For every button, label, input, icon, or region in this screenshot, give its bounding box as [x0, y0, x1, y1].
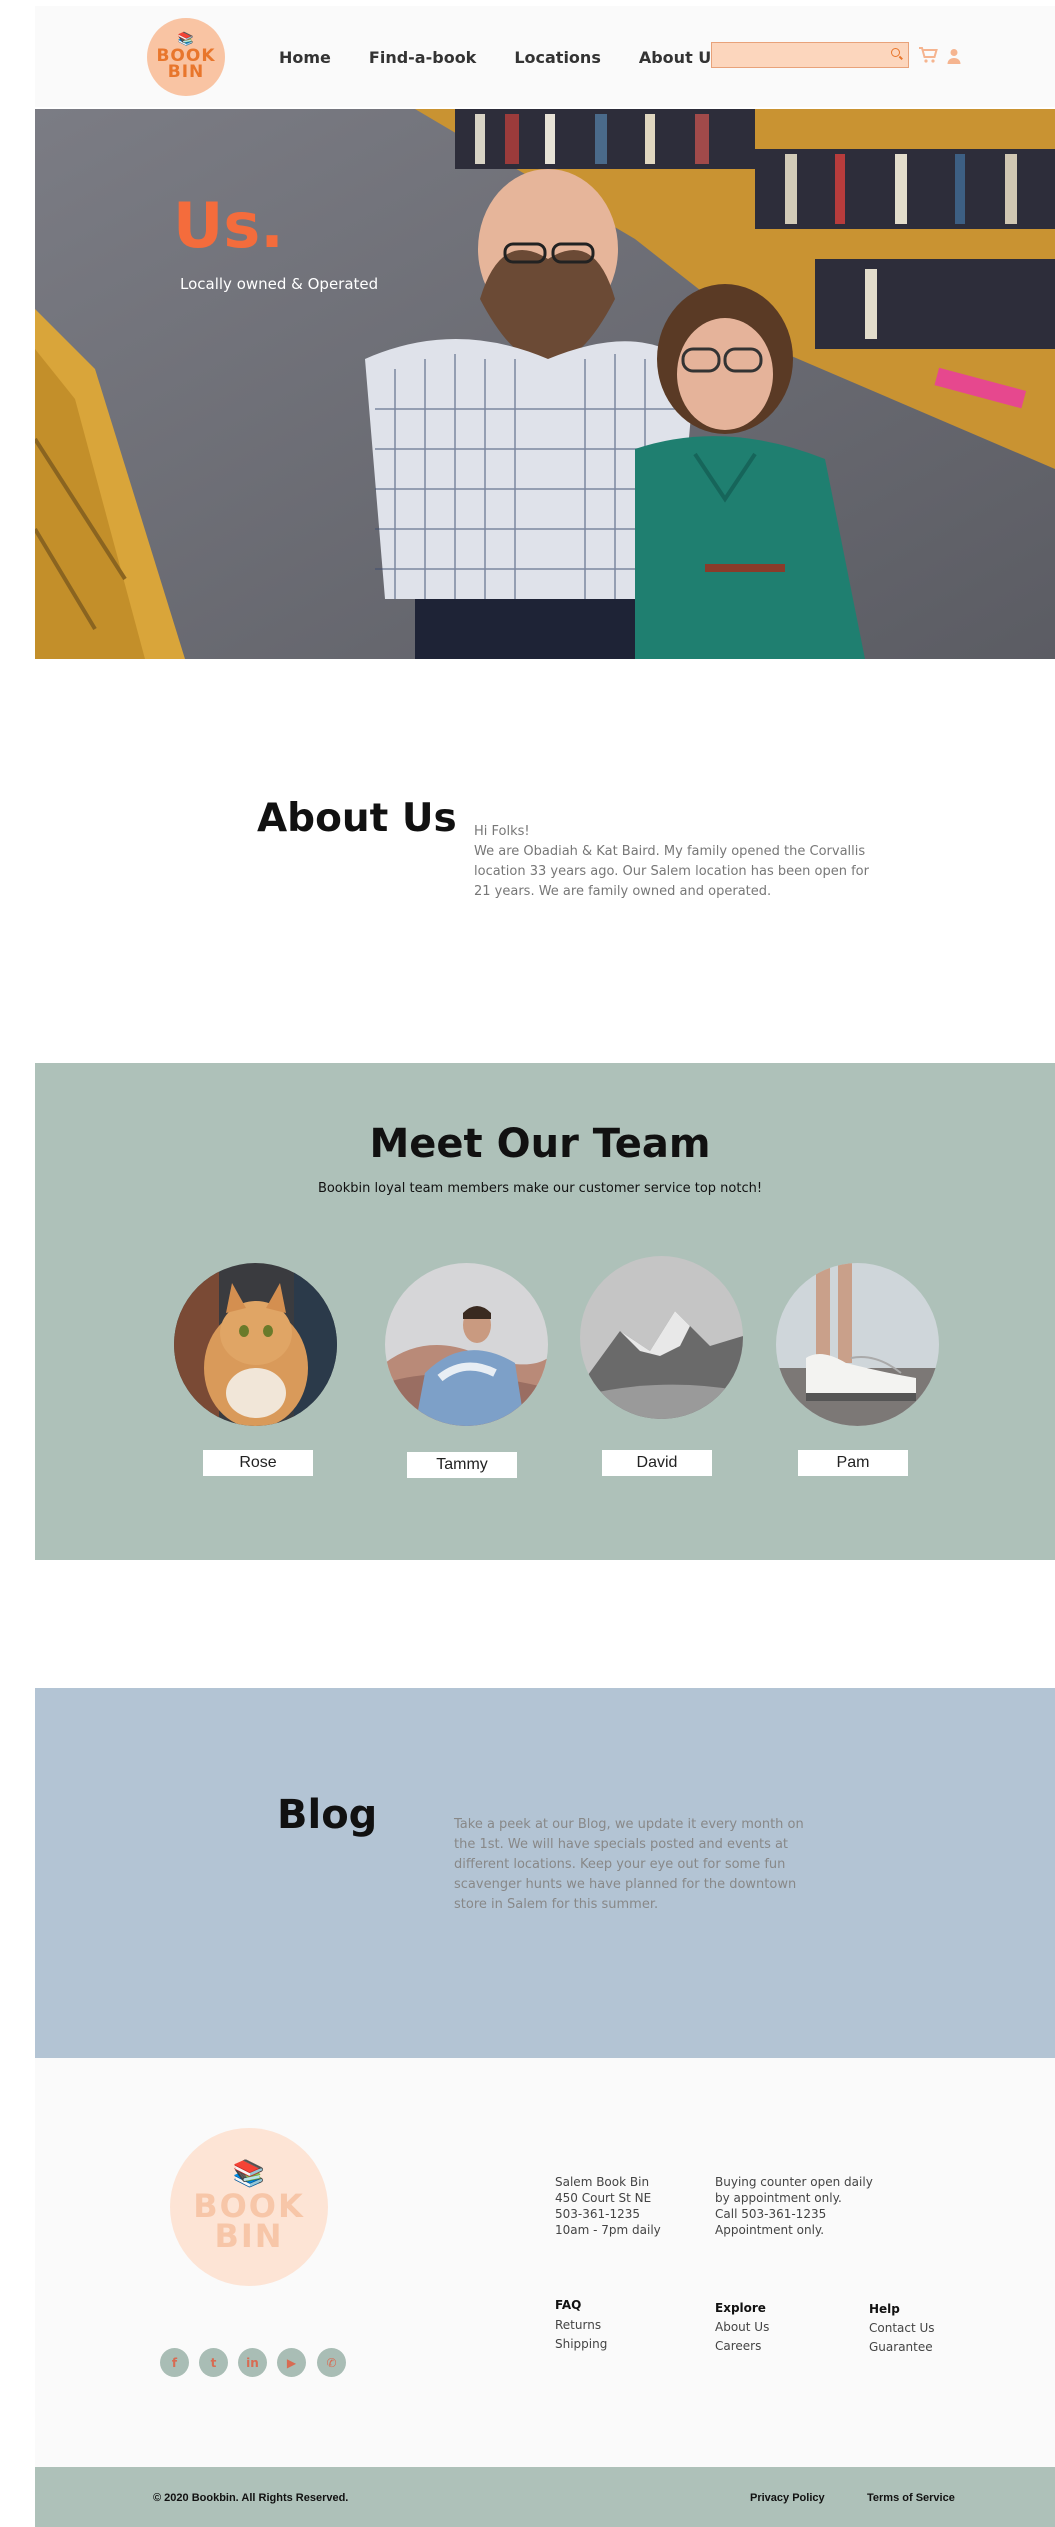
- nav-find-a-book[interactable]: Find-a-book: [369, 48, 476, 67]
- team-photo-rose: [174, 1263, 337, 1426]
- team-name-tammy: Tammy: [407, 1452, 517, 1478]
- team-photo-tammy: [385, 1263, 548, 1426]
- footer-buying-info: Buying counter open daily by appointment…: [715, 2175, 873, 2237]
- about-greeting: Hi Folks!: [474, 824, 530, 839]
- footer-logo: 📚 BOOK BIN: [170, 2128, 328, 2286]
- team-photo-pam: [776, 1263, 939, 1426]
- search-icon[interactable]: [891, 48, 900, 57]
- team-section: Meet Our Team Bookbin loyal team members…: [35, 1063, 1055, 1560]
- youtube-icon[interactable]: ▶: [277, 2348, 306, 2377]
- footer-link-guarantee[interactable]: Guarantee: [869, 2340, 933, 2354]
- footer-link-shipping[interactable]: Shipping: [555, 2337, 607, 2351]
- site-header: 📚 BOOK BIN Home Find-a-book Locations Ab…: [35, 6, 1055, 107]
- footer-link-returns[interactable]: Returns: [555, 2318, 601, 2332]
- privacy-policy-link[interactable]: Privacy Policy: [750, 2492, 825, 2504]
- hero-title: Us.: [173, 189, 284, 262]
- phone-icon[interactable]: ✆: [317, 2348, 346, 2377]
- facebook-icon[interactable]: f: [160, 2348, 189, 2377]
- nav-home[interactable]: Home: [279, 48, 331, 67]
- search-box: [711, 42, 909, 68]
- cart-icon[interactable]: [918, 46, 938, 64]
- about-title: About Us: [257, 796, 457, 841]
- footer-heading-help: Help: [869, 2302, 900, 2316]
- book-stack-icon: 📚: [232, 2159, 266, 2190]
- blog-section: Blog Take a peek at our Blog, we update …: [35, 1688, 1055, 2058]
- blog-title[interactable]: Blog: [277, 1792, 377, 1838]
- main-nav: Home Find-a-book Locations About Us: [279, 48, 759, 67]
- copyright-text: © 2020 Bookbin. All Rights Reserved.: [153, 2492, 349, 2504]
- team-photo-david: [580, 1256, 743, 1419]
- user-account-icon[interactable]: [947, 48, 961, 64]
- hero-banner: Us. Locally owned & Operated: [35, 109, 1055, 659]
- team-name-pam: Pam: [798, 1450, 908, 1476]
- terms-of-service-link[interactable]: Terms of Service: [867, 2492, 955, 2504]
- search-input[interactable]: [712, 43, 882, 67]
- site-footer: 📚 BOOK BIN f t in ▶ ✆ Salem Book Bin 450…: [35, 2058, 1055, 2468]
- footer-link-about-us[interactable]: About Us: [715, 2320, 769, 2334]
- bookbin-logo[interactable]: 📚 BOOK BIN: [147, 18, 225, 96]
- nav-locations[interactable]: Locations: [514, 48, 601, 67]
- team-title: Meet Our Team: [369, 1121, 711, 1167]
- linkedin-icon[interactable]: in: [238, 2348, 267, 2377]
- footer-address: Salem Book Bin 450 Court St NE 503-361-1…: [555, 2175, 661, 2237]
- nav-about-us[interactable]: About Us: [639, 48, 721, 67]
- twitter-icon[interactable]: t: [199, 2348, 228, 2377]
- about-body: We are Obadiah & Kat Baird. My family op…: [474, 844, 869, 899]
- team-name-david: David: [602, 1450, 712, 1476]
- footer-heading-faq: FAQ: [555, 2298, 582, 2312]
- footer-heading-explore: Explore: [715, 2301, 766, 2315]
- about-text: Hi Folks! We are Obadiah & Kat Baird. My…: [474, 822, 874, 902]
- team-subtitle: Bookbin loyal team members make our cust…: [317, 1181, 763, 1196]
- bottom-bar: © 2020 Bookbin. All Rights Reserved. Pri…: [35, 2467, 1055, 2527]
- team-name-rose: Rose: [203, 1450, 313, 1476]
- footer-link-careers[interactable]: Careers: [715, 2339, 761, 2353]
- footer-link-contact-us[interactable]: Contact Us: [869, 2321, 935, 2335]
- hero-subtitle: Locally owned & Operated: [180, 275, 379, 293]
- book-stack-icon: 📚: [177, 32, 195, 48]
- blog-text: Take a peek at our Blog, we update it ev…: [454, 1817, 804, 1912]
